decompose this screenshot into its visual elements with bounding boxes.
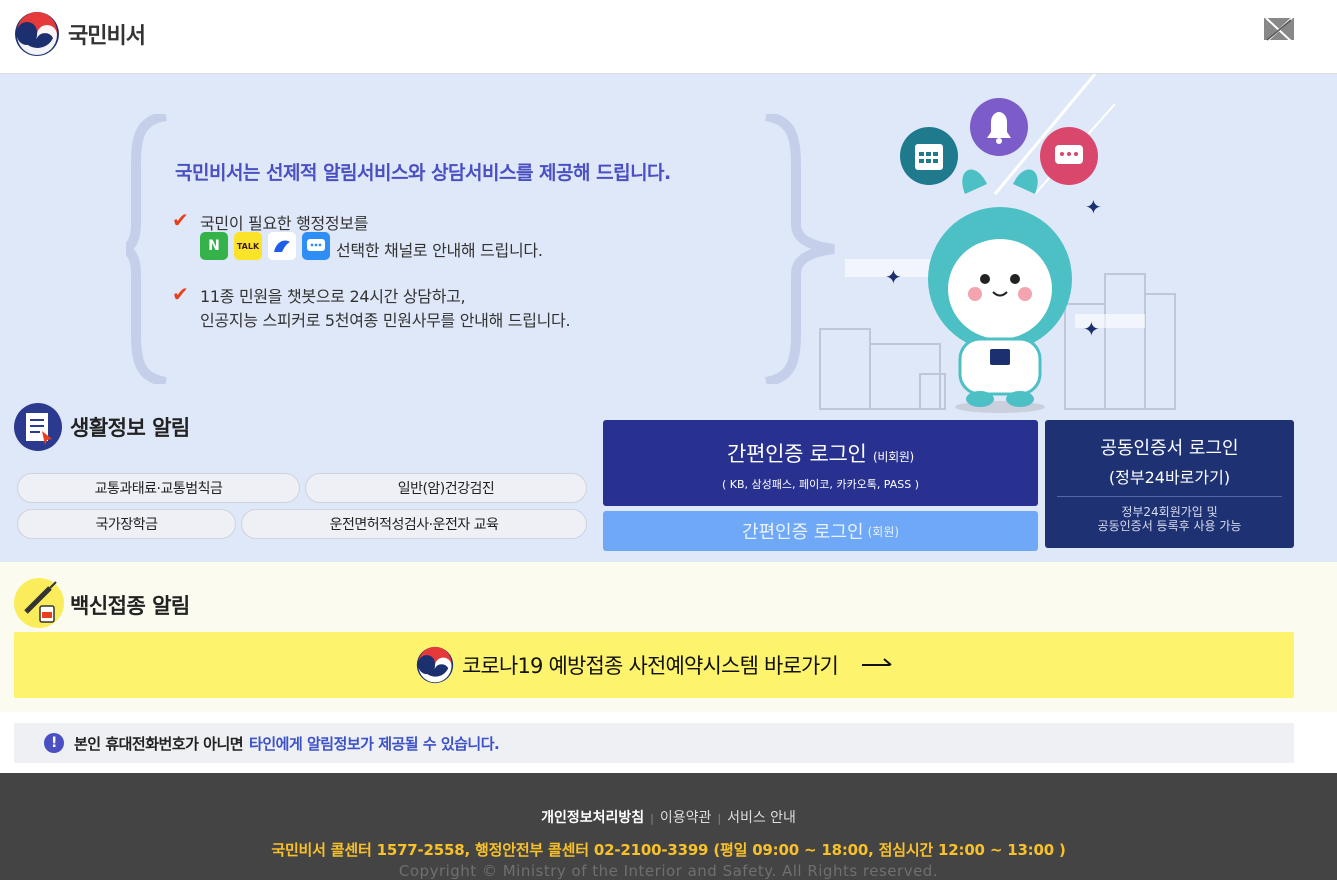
- cert-note: 정부24회원가입 및 공동인증서 등록후 사용 가능: [1045, 505, 1294, 533]
- simple-login-title: 간편인증 로그인: [727, 442, 867, 466]
- header: 국민비서: [0, 0, 1337, 74]
- syringe-icon: [14, 578, 64, 628]
- notice-text-part1: 본인 휴대전화번호가 아니면: [74, 734, 244, 753]
- point2-line2: 인공지능 스피커로 5천여종 민원사무를 안내해 드립니다.: [200, 311, 571, 330]
- mascot-illustration: ✦ ✦ ✦: [819, 74, 1176, 413]
- simple-login-providers: ( KB, 삼성패스, 페이코, 카카오톡, PASS ): [721, 478, 920, 491]
- link-separator: |: [717, 812, 722, 825]
- life-info-title: 생활정보 알림: [70, 416, 190, 440]
- life-item-health-checkup[interactable]: 일반(암)건강검진: [305, 473, 587, 503]
- vaccine-title: 백신접종 알림: [70, 594, 190, 618]
- arrow-right-icon: [862, 658, 892, 666]
- taegeuk-icon: [416, 646, 454, 684]
- simple-login-label: 간편인증 로그인 (비회원): [603, 438, 1038, 468]
- toss-channel-icon: [268, 232, 296, 260]
- simple-login-tag: (비회원): [872, 450, 914, 464]
- footer-links: 개인정보처리방침 | 이용약관 | 서비스 안내: [0, 807, 1337, 827]
- member-login-title: 간편인증 로그인: [741, 522, 864, 543]
- life-item-driver-license-test[interactable]: 운전면허적성검사·운전자 교육: [241, 509, 587, 539]
- checklist-icon: [14, 403, 62, 451]
- brand-name: 국민비서: [68, 24, 146, 49]
- terms-link[interactable]: 이용약관: [660, 810, 712, 826]
- cert-note-line1: 정부24회원가입 및: [1121, 505, 1218, 519]
- close-icon: [1264, 17, 1294, 43]
- kakaotalk-channel-icon: TALK: [234, 232, 262, 260]
- notice-text-part2: 타인에게 알림정보가 제공될 수 있습니다.: [249, 734, 500, 753]
- member-login-tag: (회원): [867, 524, 900, 539]
- svg-text:✦: ✦: [1083, 317, 1100, 341]
- life-item-traffic-fine[interactable]: 교통과태료·교통범칙금: [17, 473, 300, 503]
- copyright: Copyright © Ministry of the Interior and…: [398, 862, 939, 880]
- point1-line2: 선택한 채널로 안내해 드립니다.: [336, 241, 543, 260]
- privacy-policy-link[interactable]: 개인정보처리방침: [541, 810, 644, 826]
- logo[interactable]: 국민비서: [14, 11, 146, 57]
- cert-login-subtitle: (정부24바로가기): [1108, 468, 1231, 487]
- vaccine-button-label: 코로나19 예방접종 사전예약시스템 바로가기: [461, 654, 839, 678]
- cert-divider: [1057, 496, 1282, 497]
- phone-notice: ! 본인 휴대전화번호가 아니면 타인에게 알림정보가 제공될 수 있습니다.: [14, 723, 1294, 763]
- link-separator: |: [650, 812, 654, 825]
- naver-channel-icon: N: [200, 232, 228, 260]
- simple-auth-login-nonmember-button[interactable]: 간편인증 로그인 (비회원) ( KB, 삼성패스, 페이코, 카카오톡, PA…: [603, 420, 1038, 506]
- cert-login-title: 공동인증서 로그인: [1100, 438, 1239, 459]
- svg-text:✦: ✦: [1085, 195, 1102, 219]
- callcenter-info: 국민비서 콜센터 1577-2558, 행정안전부 콜센터 02-2100-33…: [271, 841, 1066, 859]
- vaccine-section: 백신접종 알림 코로나19 예방접종 사전예약시스템 바로가기: [0, 562, 1337, 712]
- point1-line1: 국민이 필요한 행정정보를: [200, 214, 369, 233]
- message-channel-icon: [302, 232, 330, 260]
- cert-note-line2: 공동인증서 등록후 사용 가능: [1097, 519, 1242, 533]
- check-icon: ✔: [172, 208, 189, 232]
- close-button[interactable]: [1263, 16, 1295, 44]
- naver-letter: N: [208, 238, 220, 254]
- left-brace-decoration: [126, 114, 168, 384]
- hero-title: 국민비서는 선제적 알림서비스와 상담서비스를 제공해 드립니다.: [175, 162, 671, 184]
- simple-auth-login-member-button[interactable]: 간편인증 로그인 (회원): [603, 511, 1038, 551]
- taegeuk-logo-icon: [15, 12, 59, 56]
- covid-vaccine-reservation-button[interactable]: 코로나19 예방접종 사전예약시스템 바로가기: [14, 632, 1294, 698]
- joint-certificate-login-button[interactable]: 공동인증서 로그인 (정부24바로가기) 정부24회원가입 및 공동인증서 등록…: [1045, 420, 1294, 548]
- exclamation-icon: !: [44, 733, 64, 753]
- check-icon: ✔: [172, 282, 189, 306]
- svg-text:✦: ✦: [885, 265, 902, 289]
- point2-line1: 11종 민원을 챗봇으로 24시간 상담하고,: [200, 287, 466, 306]
- footer: 개인정보처리방침 | 이용약관 | 서비스 안내 국민비서 콜센터 1577-2558,…: [0, 773, 1337, 880]
- kakao-letter: TALK: [236, 241, 260, 251]
- service-guide-link[interactable]: 서비스 안내: [727, 810, 796, 826]
- life-item-national-scholarship[interactable]: 국가장학금: [17, 509, 236, 539]
